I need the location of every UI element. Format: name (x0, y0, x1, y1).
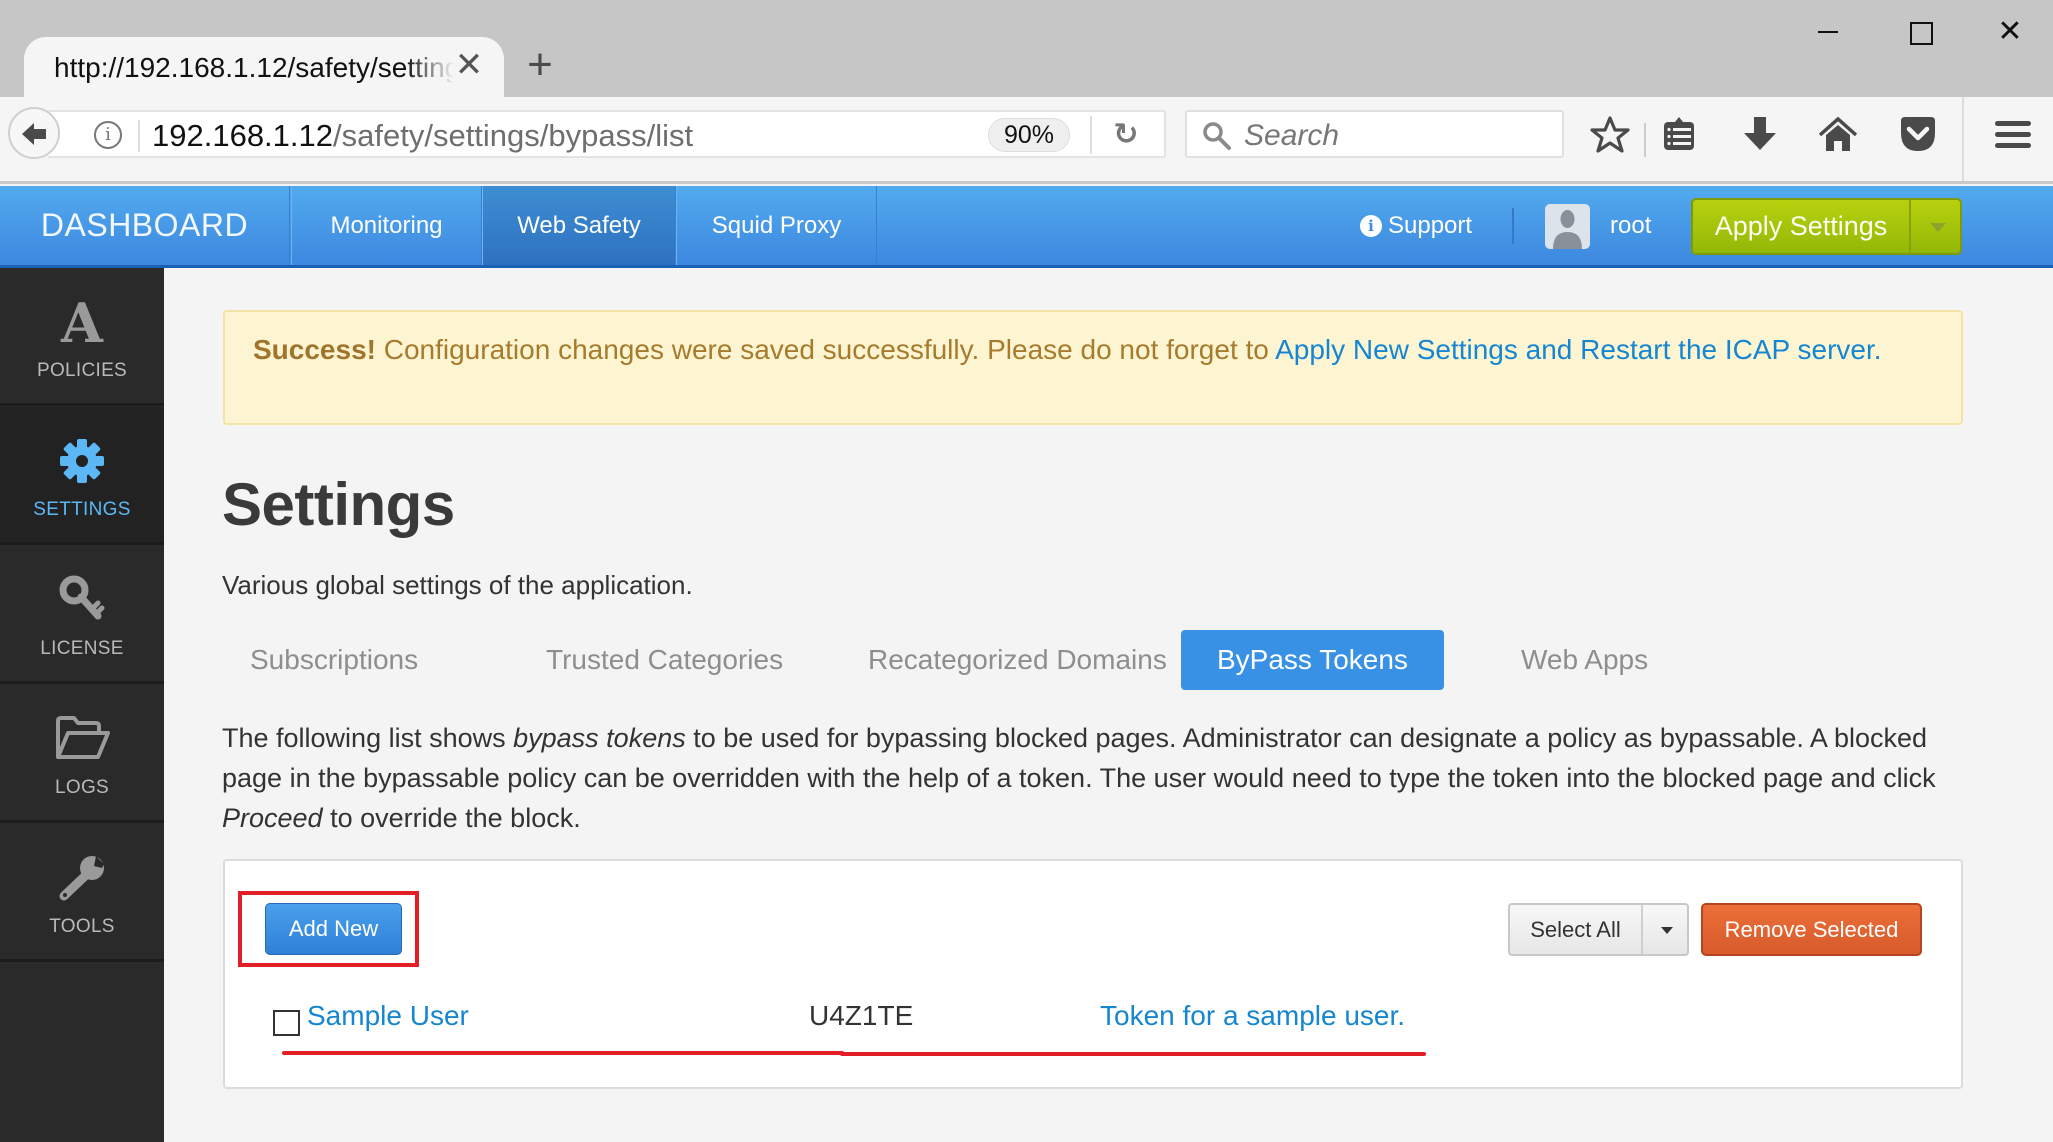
sidebar: A POLICIES SETTINGS LICENSE LOGS TOOLS (0, 268, 164, 1142)
page-subtitle: Various global settings of the applicati… (222, 570, 693, 600)
tab-web-apps[interactable]: Web Apps (1485, 630, 1684, 690)
desc-emphasis: Proceed (222, 803, 323, 833)
avatar[interactable] (1545, 204, 1590, 249)
desc-text: to override the block. (322, 803, 581, 833)
sidebar-item-tools[interactable]: TOOLS (0, 824, 164, 962)
browser-titlebar: http://192.168.1.12/safety/settings/bypa… (0, 0, 2053, 97)
folder-open-icon (56, 716, 110, 759)
tab-trusted-categories[interactable]: Trusted Categories (510, 630, 819, 690)
search-placeholder: Search (1244, 119, 1340, 152)
toolbar-divider (1644, 123, 1646, 157)
sidebar-item-settings[interactable]: SETTINGS (0, 407, 164, 545)
tab-subscriptions[interactable]: Subscriptions (214, 630, 454, 690)
url-divider (1090, 116, 1092, 154)
info-icon[interactable]: i (94, 121, 122, 149)
back-icon[interactable] (8, 107, 60, 159)
search-input[interactable]: Search (1185, 110, 1564, 158)
window-minimize-icon[interactable] (1810, 12, 1850, 52)
key-icon (59, 575, 105, 620)
app-navbar: DASHBOARD Monitoring Web Safety Squid Pr… (0, 186, 2053, 268)
alert-strong: Success! (253, 334, 376, 365)
wrench-icon (59, 856, 104, 901)
success-alert: Success! Configuration changes were save… (223, 310, 1963, 425)
annotation-underline (282, 1051, 844, 1055)
select-all-button[interactable]: Select All (1510, 905, 1643, 954)
support-link[interactable]: i Support (1360, 186, 1472, 265)
hamburger-menu-icon[interactable] (1993, 115, 2033, 155)
sidebar-item-logs[interactable]: LOGS (0, 685, 164, 823)
tokens-panel: Add New Select All Remove Selected Sampl… (223, 859, 1963, 1089)
token-checkbox[interactable] (273, 1010, 300, 1036)
info-circle-icon: i (1360, 215, 1382, 237)
browser-toolbar: i 192.168.1.12/safety/settings/bypass/li… (0, 97, 2053, 184)
alert-message: Configuration changes were saved success… (375, 334, 1276, 365)
bypass-description: The following list shows bypass tokens t… (222, 718, 1967, 838)
apply-settings-group: Apply Settings (1691, 198, 1962, 255)
tab-close-icon[interactable]: ✕ (449, 45, 489, 85)
sidebar-label: LOGS (55, 777, 109, 798)
sidebar-label: SETTINGS (33, 499, 131, 520)
add-new-button[interactable]: Add New (265, 903, 402, 955)
new-tab-icon[interactable]: + (520, 43, 560, 87)
toolbar-divider (1962, 97, 1964, 181)
zoom-level-badge[interactable]: 90% (988, 118, 1070, 152)
user-name[interactable]: root (1610, 186, 1651, 265)
tab-title: http://192.168.1.12/safety/settings/bypa… (54, 52, 454, 83)
select-dropdown-icon[interactable] (1645, 905, 1689, 954)
user-silhouette-icon (1553, 210, 1582, 249)
url-text[interactable]: 192.168.1.12/safety/settings/bypass/list (152, 118, 693, 154)
dashboard-brand[interactable]: DASHBOARD (0, 186, 290, 265)
sidebar-label: POLICIES (36, 360, 128, 381)
token-description-link[interactable]: Token for a sample user. (1100, 1000, 1405, 1032)
desc-emphasis: bypass tokens (513, 723, 686, 753)
url-host: 192.168.1.12 (152, 118, 334, 153)
search-icon (1203, 122, 1231, 150)
sidebar-label: TOOLS (49, 916, 115, 937)
sidebar-label: LICENSE (40, 638, 124, 659)
table-row: Sample User U4Z1TE Token for a sample us… (273, 996, 1873, 1046)
download-icon[interactable] (1740, 115, 1780, 155)
url-divider (138, 120, 140, 152)
reload-icon[interactable]: ↻ (1108, 115, 1144, 155)
svg-text:A: A (60, 296, 104, 348)
tab-recategorized-domains[interactable]: Recategorized Domains (832, 630, 1203, 690)
tab-bypass-tokens[interactable]: ByPass Tokens (1181, 630, 1444, 690)
bookmark-star-icon[interactable] (1590, 115, 1630, 155)
pocket-icon[interactable] (1898, 115, 1938, 155)
browser-tab[interactable]: http://192.168.1.12/safety/settings/bypa… (24, 37, 504, 97)
annotation-underline (840, 1052, 1426, 1056)
policies-icon: A (60, 296, 104, 348)
apply-settings-button[interactable]: Apply Settings (1693, 200, 1911, 253)
url-path: /safety/settings/bypass/list (333, 118, 694, 153)
support-label: Support (1388, 212, 1473, 239)
select-all-group: Select All (1508, 903, 1689, 956)
url-bar[interactable]: i 192.168.1.12/safety/settings/bypass/li… (48, 110, 1166, 158)
page-title: Settings (222, 471, 455, 538)
token-code: U4Z1TE (809, 1000, 914, 1031)
nav-item-web-safety[interactable]: Web Safety (482, 186, 676, 265)
nav-item-squid-proxy[interactable]: Squid Proxy (676, 186, 877, 265)
sidebar-item-policies[interactable]: A POLICIES (0, 268, 164, 406)
reading-list-icon[interactable] (1660, 115, 1700, 155)
apply-settings-dropdown-icon[interactable] (1913, 200, 1960, 253)
remove-selected-button[interactable]: Remove Selected (1701, 903, 1922, 956)
home-icon[interactable] (1818, 115, 1858, 155)
sidebar-item-license[interactable]: LICENSE (0, 546, 164, 684)
window-close-icon[interactable]: ✕ (1990, 12, 2030, 52)
window-maximize-icon[interactable] (1900, 12, 1940, 52)
nav-item-monitoring[interactable]: Monitoring (291, 186, 482, 265)
gear-icon (60, 439, 104, 483)
token-name-link[interactable]: Sample User (307, 1000, 469, 1032)
apply-restart-link[interactable]: Apply New Settings and Restart the ICAP … (1275, 334, 1881, 365)
desc-text: The following list shows (222, 723, 514, 753)
nav-divider (1512, 208, 1514, 244)
